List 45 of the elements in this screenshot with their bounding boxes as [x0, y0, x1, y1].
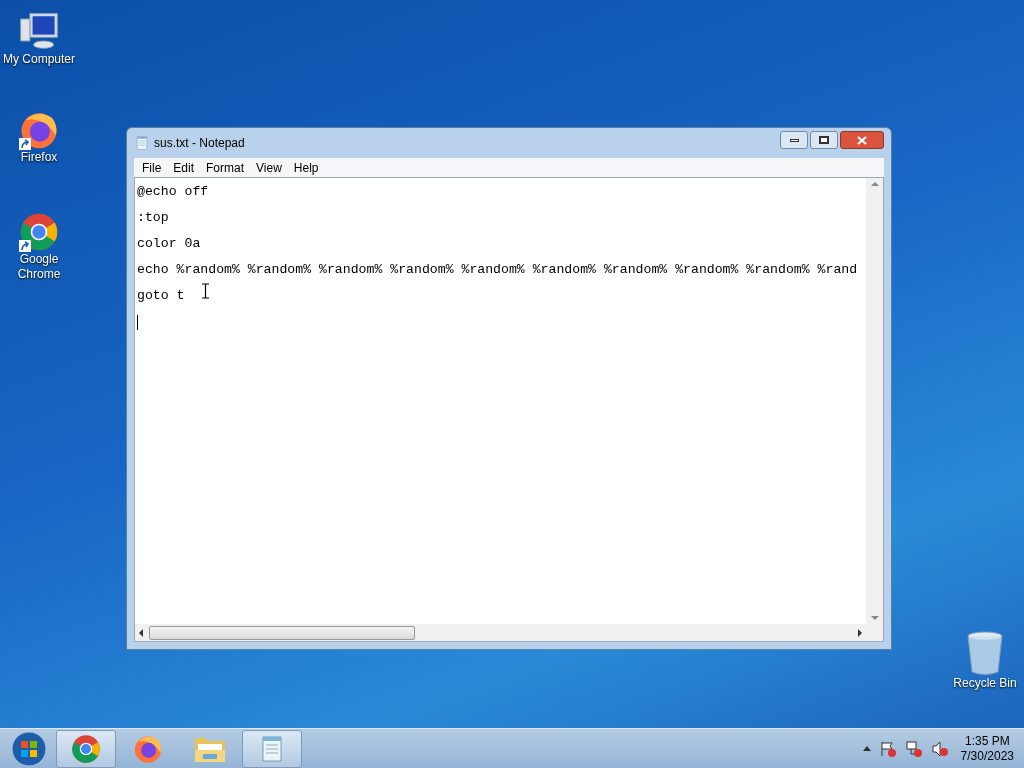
- vertical-scrollbar[interactable]: [866, 178, 883, 624]
- scroll-down-icon: [870, 616, 879, 620]
- speaker-muted-icon[interactable]: [930, 739, 949, 758]
- flag-error-icon[interactable]: [878, 739, 897, 758]
- text-line: @echo off: [137, 184, 209, 199]
- notepad-icon: [134, 135, 150, 151]
- windows-logo-icon: [11, 730, 47, 767]
- network-error-icon[interactable]: [904, 739, 923, 758]
- taskbar-app[interactable]: [242, 729, 302, 768]
- close-icon: [857, 135, 867, 145]
- close-button[interactable]: [840, 131, 884, 149]
- clock-date: 7/30/2023: [960, 748, 1014, 764]
- text-line: goto t: [137, 288, 185, 303]
- menu-item[interactable]: Help: [287, 158, 325, 177]
- clock[interactable]: 1:35 PM 7/30/2023: [960, 733, 1014, 764]
- firefox-icon: [19, 110, 59, 150]
- text-caret: [137, 314, 138, 330]
- chrome-icon: [71, 733, 101, 764]
- chrome-icon: [19, 212, 59, 252]
- scroll-left-icon: [139, 628, 143, 637]
- desktop-icon-label[interactable]: My Computer: [3, 52, 75, 67]
- menu-item[interactable]: View: [250, 158, 288, 177]
- maximize-button[interactable]: [810, 131, 838, 149]
- window-title: sus.txt - Notepad: [154, 135, 245, 152]
- desktop-icon-label[interactable]: Firefox: [20, 150, 58, 165]
- restore-icon: [819, 136, 829, 144]
- clock-time: 1:35 PM: [964, 733, 1010, 749]
- scroll-up-icon: [870, 182, 879, 186]
- minimize-icon: [789, 138, 799, 142]
- text-line: color 0a: [137, 236, 201, 251]
- text-line: :top: [137, 210, 169, 225]
- desktop-icon-label[interactable]: Recycle Bin: [953, 676, 1017, 691]
- text-line: echo %random% %random% %random% %random% %random% %random% %random% %random% %random% %rand: [137, 262, 858, 277]
- menu-item[interactable]: File: [136, 158, 168, 177]
- minimize-button[interactable]: [780, 131, 808, 149]
- i-beam-cursor-icon: [202, 283, 209, 299]
- horizontal-scrollbar[interactable]: [135, 624, 866, 641]
- taskbar-app[interactable]: [56, 729, 116, 768]
- show-hidden-icons-icon[interactable]: [862, 746, 871, 751]
- menu-item[interactable]: Format: [200, 158, 251, 177]
- scroll-thumb[interactable]: [149, 625, 415, 640]
- recycle-bin-icon: [965, 630, 1005, 676]
- desktop-icon-label[interactable]: Google Chrome: [0, 252, 78, 282]
- menu-item[interactable]: Edit: [167, 158, 201, 177]
- scroll-right-icon: [858, 628, 862, 637]
